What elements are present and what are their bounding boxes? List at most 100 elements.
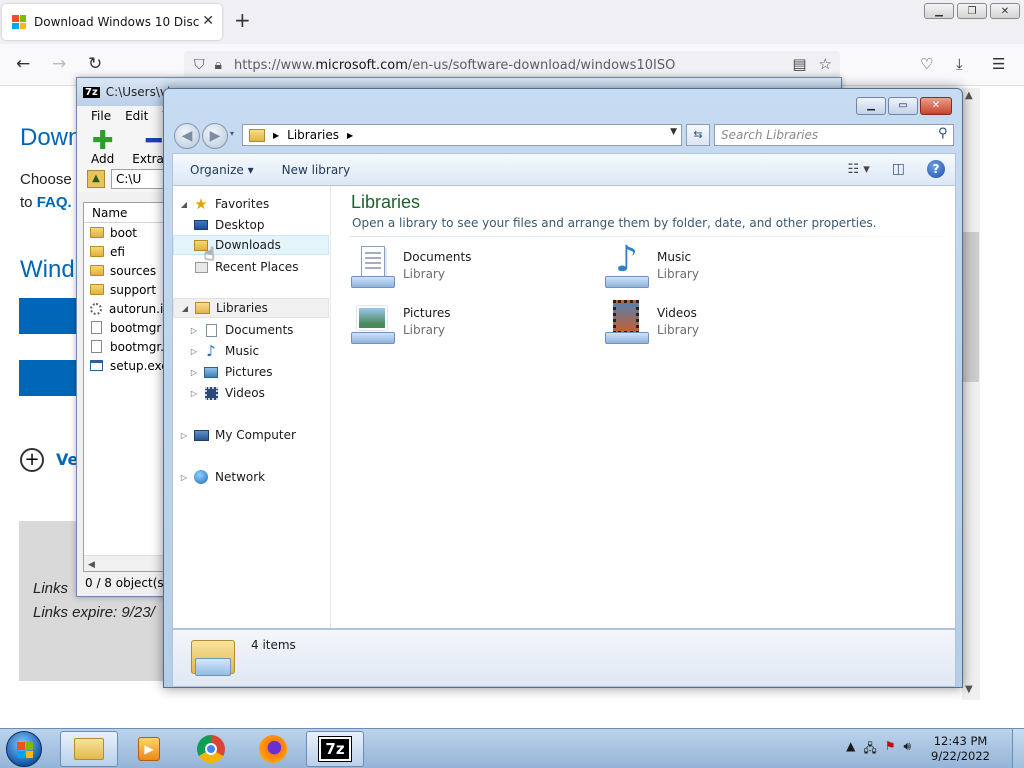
page-section-heading: Wind	[20, 256, 75, 283]
pocket-icon[interactable]: ♡	[920, 54, 933, 74]
folder-up-icon[interactable]: ▲	[87, 170, 105, 188]
page-select-button[interactable]	[19, 298, 79, 334]
new-tab-button[interactable]: +	[234, 10, 251, 30]
expand-label[interactable]: Ve	[56, 450, 78, 469]
library-pictures[interactable]: Pictures Library	[349, 300, 569, 350]
nav-desktop[interactable]: Desktop	[173, 215, 329, 235]
nav-network[interactable]: ▷ Network	[173, 467, 329, 487]
nav-recent-places[interactable]: Recent Places	[173, 257, 329, 277]
forward-orb-icon[interactable]: ▶	[202, 123, 228, 149]
volume-icon[interactable]: 🔊︎	[903, 739, 911, 760]
scroll-up-icon[interactable]: ▲	[965, 90, 973, 101]
nav-label: Libraries	[216, 301, 268, 315]
nav-music[interactable]: ▷ ♪ Music	[173, 341, 329, 361]
taskbar-explorer[interactable]	[60, 731, 118, 767]
search-input[interactable]: Search Libraries	[714, 124, 954, 146]
back-arrow-icon[interactable]: ←	[16, 54, 30, 74]
nav-documents[interactable]: ▷ Documents	[173, 320, 329, 340]
network-tray-icon[interactable]: 🖧︎	[863, 739, 876, 760]
organize-button[interactable]: Organize ▾	[190, 163, 254, 177]
collapse-arrow-icon[interactable]: ◢	[180, 304, 190, 313]
forward-arrow-icon[interactable]: →	[52, 54, 66, 74]
start-button[interactable]	[6, 731, 42, 767]
breadcrumb-libraries[interactable]: Libraries	[287, 128, 339, 142]
menu-edit[interactable]: Edit	[125, 109, 148, 123]
page-confirm-button[interactable]	[19, 360, 79, 396]
bookmark-star-icon[interactable]: ☆	[819, 55, 832, 73]
tracking-shield-icon[interactable]: ⛉	[194, 57, 205, 73]
scroll-left-icon[interactable]: ◀	[88, 560, 95, 570]
reload-icon[interactable]: ↻	[88, 54, 102, 74]
expand-arrow-icon[interactable]: ▷	[189, 389, 199, 398]
taskbar-7zip[interactable]: 7z	[306, 731, 364, 767]
expand-arrow-icon[interactable]: ▷	[189, 368, 199, 377]
action-center-flag-icon[interactable]: ⚑	[885, 739, 896, 760]
nav-label: Favorites	[215, 197, 270, 211]
explorer-close-button[interactable]: ✕	[920, 97, 952, 115]
explorer-minimize-button[interactable]: ▁	[856, 97, 886, 115]
clock[interactable]: 12:43 PM 9/22/2022	[931, 734, 990, 764]
videos-library-icon	[603, 300, 649, 346]
library-documents[interactable]: Documents Library	[349, 244, 569, 294]
refresh-icon[interactable]: ⇆	[686, 124, 710, 146]
show-desktop-button[interactable]	[1012, 729, 1024, 768]
page-scrollbar[interactable]: ▲ ▼	[962, 88, 980, 700]
tab-close-icon[interactable]: ✕	[202, 13, 214, 29]
reader-view-icon[interactable]: ▤	[792, 55, 806, 73]
nav-favorites[interactable]: ◢ ★ Favorites	[173, 194, 329, 214]
faq-link[interactable]: FAQ.	[37, 194, 72, 211]
nav-videos[interactable]: ▷ Videos	[173, 383, 329, 403]
preview-pane-icon[interactable]: ◫	[892, 161, 905, 177]
breadcrumb-separator-icon[interactable]: ▶	[347, 131, 353, 140]
browser-window-controls: ▁ ❐ ✕	[924, 3, 1020, 19]
scroll-down-icon[interactable]: ▼	[965, 684, 973, 695]
expand-plus-icon[interactable]: +	[20, 448, 44, 472]
taskbar-chrome[interactable]	[182, 731, 240, 767]
menu-hamburger-icon[interactable]: ☰	[992, 54, 1005, 74]
expand-arrow-icon[interactable]: ▷	[179, 473, 189, 482]
search-icon[interactable]: ⚲	[938, 126, 948, 141]
lock-icon[interactable]: 🔒︎	[215, 57, 222, 73]
collapse-arrow-icon[interactable]: ◢	[179, 200, 189, 209]
file-name: sources	[110, 263, 157, 278]
expand-arrow-icon[interactable]: ▷	[189, 347, 199, 356]
breadcrumb-separator-icon[interactable]: ▶	[273, 131, 279, 140]
content-divider	[349, 236, 944, 237]
file-icon	[91, 321, 102, 334]
view-options-icon[interactable]: ☷ ▾	[847, 162, 869, 177]
nav-libraries[interactable]: ◢ Libraries	[173, 298, 329, 318]
explorer-maximize-button[interactable]: ▭	[888, 97, 918, 115]
music-note-icon: ♪	[206, 342, 216, 360]
library-music[interactable]: ♪ Music Library	[603, 240, 823, 294]
nav-pictures[interactable]: ▷ Pictures	[173, 362, 329, 382]
file-name: efi	[110, 244, 125, 259]
taskbar-firefox[interactable]	[244, 731, 302, 767]
details-pane: 4 items	[172, 629, 956, 687]
recent-pages-chevron-icon[interactable]: ▾	[230, 129, 234, 138]
scrollbar-thumb[interactable]	[963, 232, 979, 382]
library-videos[interactable]: Videos Library	[603, 300, 823, 350]
close-button[interactable]: ✕	[990, 3, 1020, 19]
taskbar-media-player[interactable]: ▶	[120, 731, 178, 767]
back-orb-icon[interactable]: ◀	[174, 123, 200, 149]
expand-arrow-icon[interactable]: ▷	[179, 431, 189, 440]
help-icon[interactable]: ?	[927, 160, 945, 178]
menu-file[interactable]: File	[91, 109, 111, 123]
add-button[interactable]: ✚ Add	[91, 128, 115, 166]
new-library-button[interactable]: New library	[282, 163, 351, 177]
expand-arrow-icon[interactable]: ▷	[189, 326, 199, 335]
url-bar[interactable]: ⛉ 🔒︎ https://www.microsoft.com/en-us/sof…	[184, 51, 840, 79]
restore-button[interactable]: ❐	[957, 3, 987, 19]
browser-tab-active[interactable]: Download Windows 10 Disc Ima ✕	[2, 4, 222, 40]
add-label: Add	[91, 152, 115, 166]
show-hidden-icons-icon[interactable]: ▲	[846, 739, 855, 760]
minimize-button[interactable]: ▁	[924, 3, 954, 19]
downloads-icon[interactable]: ⤓	[956, 54, 963, 74]
explorer-address-bar[interactable]: ▶ Libraries ▶ ▼	[242, 124, 682, 146]
star-icon: ★	[194, 195, 208, 213]
nav-my-computer[interactable]: ▷ My Computer	[173, 425, 329, 445]
nav-label: Videos	[225, 386, 265, 400]
address-dropdown-icon[interactable]: ▼	[670, 127, 677, 137]
nav-downloads[interactable]: Downloads	[173, 235, 329, 255]
page-text-line1: Choose	[20, 171, 72, 188]
